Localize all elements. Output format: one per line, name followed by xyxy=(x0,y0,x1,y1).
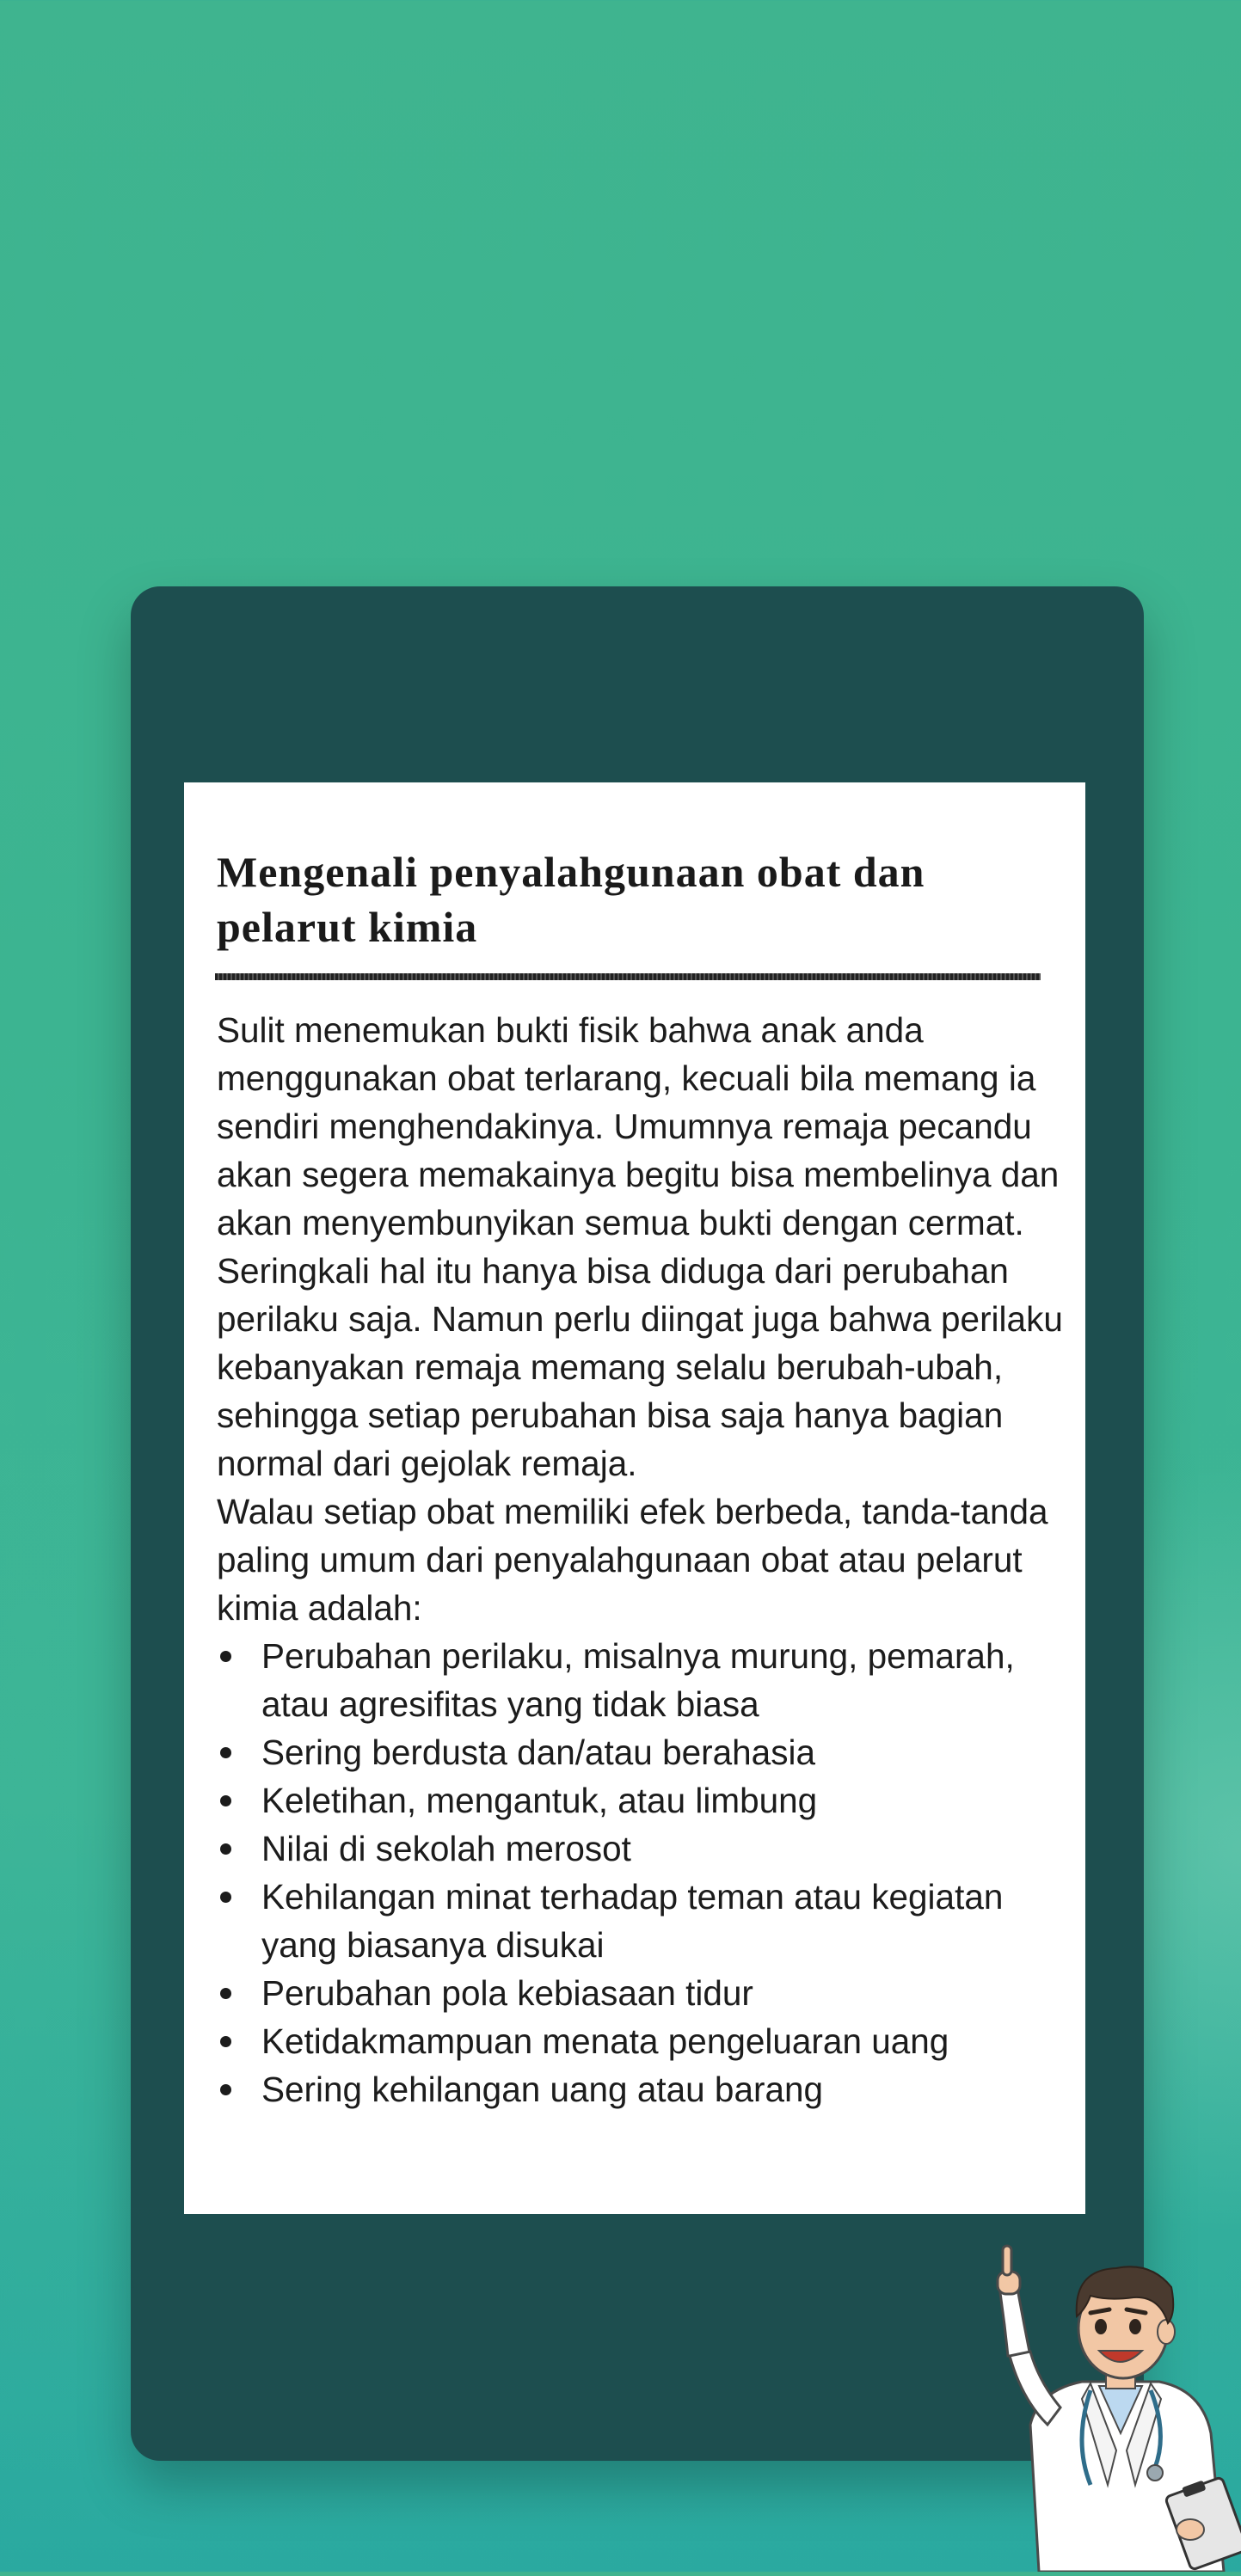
bullet-icon xyxy=(220,2036,231,2047)
list-item: Sering kehilangan uang atau barang xyxy=(217,2065,1068,2113)
list-item-text: Keletihan, mengantuk, atau limbung xyxy=(261,1781,818,1820)
list-item: Keletihan, mengantuk, atau limbung xyxy=(217,1776,1068,1825)
list-item-text: Sering kehilangan uang atau barang xyxy=(261,2070,824,2109)
title-divider xyxy=(215,973,1041,980)
list-item-text: Sering berdusta dan/atau berahasia xyxy=(261,1733,815,1772)
document-title: Mengenali penyalahgunaan obat dan pelaru… xyxy=(217,848,925,951)
bullet-icon xyxy=(220,1988,231,1999)
intro-paragraph: Sulit menemukan bukti fisik bahwa anak a… xyxy=(217,1010,1063,1483)
list-item: Sering berdusta dan/atau berahasia xyxy=(217,1728,1068,1776)
document-body: Sulit menemukan bukti fisik bahwa anak a… xyxy=(217,1006,1068,2113)
list-item-text: Perubahan perilaku, misalnya murung, pem… xyxy=(261,1636,1015,1724)
list-item: Nilai di sekolah merosot xyxy=(217,1825,1068,1873)
list-item: Ketidakmampuan menata pengeluaran uang xyxy=(217,2017,1068,2065)
list-item: Perubahan pola kebiasaan tidur xyxy=(217,1969,1068,2017)
bullet-icon xyxy=(220,1747,231,1758)
doctor-pointing-icon xyxy=(979,2227,1241,2573)
list-item-text: Nilai di sekolah merosot xyxy=(261,1829,631,1868)
bullet-icon xyxy=(220,1892,231,1903)
list-item: Kehilangan minat terhadap teman atau keg… xyxy=(217,1873,1068,1969)
signs-list: Perubahan perilaku, misalnya murung, pem… xyxy=(217,1632,1068,2113)
bullet-icon xyxy=(220,1843,231,1855)
list-item-text: Kehilangan minat terhadap teman atau keg… xyxy=(261,1877,1004,1965)
list-item-text: Ketidakmampuan menata pengeluaran uang xyxy=(261,2021,949,2061)
list-item: Perubahan perilaku, misalnya murung, pem… xyxy=(217,1632,1068,1728)
bullet-icon xyxy=(220,1795,231,1806)
list-item-text: Perubahan pola kebiasaan tidur xyxy=(261,1973,753,2013)
signs-intro-paragraph: Walau setiap obat memiliki efek berbeda,… xyxy=(217,1492,1048,1628)
bullet-icon xyxy=(220,1651,231,1662)
document-page: Mengenali penyalahgunaan obat dan pelaru… xyxy=(184,782,1085,2214)
bullet-icon xyxy=(220,2084,231,2095)
